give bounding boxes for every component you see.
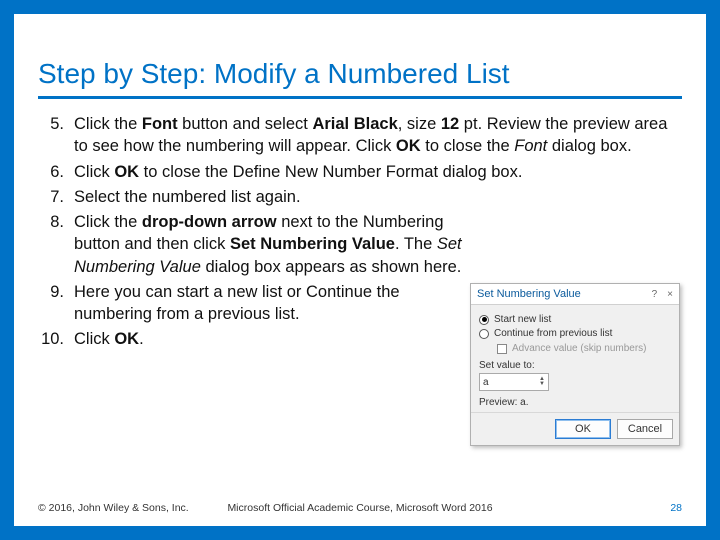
- spinner-buttons[interactable]: ▲▼: [539, 377, 545, 387]
- step-number: 8.: [38, 211, 74, 278]
- list-item: 8. Click the drop-down arrow next to the…: [38, 211, 682, 278]
- set-value-input[interactable]: a ▲▼: [479, 373, 549, 391]
- page-title: Step by Step: Modify a Numbered List: [38, 58, 682, 99]
- step-number: 10.: [38, 328, 74, 350]
- checkbox-label: Advance value (skip numbers): [512, 343, 647, 354]
- preview-label: Preview:: [479, 397, 517, 408]
- content-area: 5. Click the Font button and select Aria…: [38, 113, 682, 351]
- dialog-titlebar: Set Numbering Value ? ×: [471, 284, 679, 305]
- set-value-label: Set value to:: [479, 360, 671, 371]
- list-item: 5. Click the Font button and select Aria…: [38, 113, 682, 158]
- slide: Step by Step: Modify a Numbered List 5. …: [14, 14, 706, 526]
- radio-icon: [479, 315, 489, 325]
- ok-button[interactable]: OK: [555, 419, 611, 439]
- step-text: Click OK to close the Define New Number …: [74, 161, 682, 183]
- step-number: 6.: [38, 161, 74, 183]
- radio-continue-previous[interactable]: Continue from previous list: [479, 328, 671, 339]
- step-number: 7.: [38, 186, 74, 208]
- step-text: Select the numbered list again.: [74, 186, 682, 208]
- preview-row: Preview: a.: [479, 397, 671, 408]
- checkbox-icon: [497, 344, 507, 354]
- set-value-text: a: [483, 377, 489, 388]
- step-text: Click the drop-down arrow next to the Nu…: [74, 211, 682, 278]
- step-number: 5.: [38, 113, 74, 158]
- set-numbering-value-dialog: Set Numbering Value ? × Start new list C…: [470, 283, 680, 446]
- cancel-button[interactable]: Cancel: [617, 419, 673, 439]
- course-title: Microsoft Official Academic Course, Micr…: [38, 502, 682, 514]
- preview-value: a.: [520, 397, 528, 408]
- dialog-buttons: OK Cancel: [471, 412, 679, 445]
- help-icon[interactable]: ?: [652, 289, 658, 300]
- radio-start-new-list[interactable]: Start new list: [479, 314, 671, 325]
- radio-label: Continue from previous list: [494, 328, 612, 339]
- footer: © 2016, John Wiley & Sons, Inc. Microsof…: [38, 502, 682, 514]
- radio-icon: [479, 329, 489, 339]
- dialog-title: Set Numbering Value: [477, 288, 581, 300]
- list-item: 6. Click OK to close the Define New Numb…: [38, 161, 682, 183]
- dialog-body: Start new list Continue from previous li…: [471, 305, 679, 412]
- radio-label: Start new list: [494, 314, 551, 325]
- list-item: 7. Select the numbered list again.: [38, 186, 682, 208]
- close-icon[interactable]: ×: [667, 289, 673, 300]
- step-text: Click the Font button and select Arial B…: [74, 113, 682, 158]
- checkbox-advance-value[interactable]: Advance value (skip numbers): [497, 343, 671, 354]
- step-number: 9.: [38, 281, 74, 326]
